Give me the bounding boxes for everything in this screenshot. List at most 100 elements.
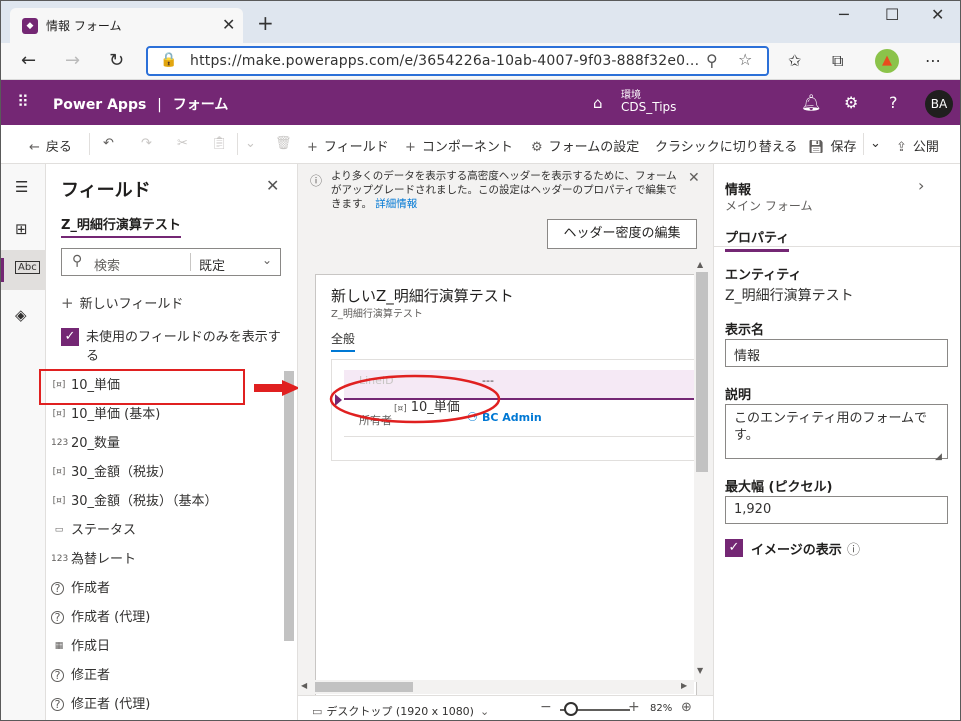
save-dropdown-chevron-icon[interactable]: ⌄ — [870, 136, 881, 151]
url-input[interactable]: 🔒 https://make.powerapps.com/e/3654226a-… — [146, 46, 769, 76]
lookup-icon: ? — [51, 698, 64, 711]
form-settings-button[interactable]: ⚙ フォームの設定 — [531, 136, 639, 155]
scroll-left-icon[interactable]: ◀ — [301, 681, 307, 690]
entity-tab[interactable]: Z_明細行演算テスト — [61, 214, 181, 238]
field-list-item[interactable]: ? 修正者 — [46, 661, 281, 690]
scroll-thumb[interactable] — [315, 682, 413, 692]
chevron-down-icon[interactable]: ⌄ — [262, 253, 272, 267]
field-list-item-label: 30_金額（税抜）（基本） — [71, 494, 218, 509]
paste-dropdown-chevron-icon[interactable]: ⌄ — [245, 136, 256, 151]
help-icon[interactable]: ? — [889, 93, 898, 112]
add-component-label: コンポーネント — [421, 140, 513, 155]
field-list-item[interactable]: ▦ 作成日 — [46, 632, 281, 661]
tab-general[interactable]: 全般 — [331, 330, 356, 352]
field-list-item[interactable]: ? 作成者 (代理) — [46, 603, 281, 632]
description-textarea[interactable]: このエンティティ用のフォームです。 — [725, 404, 948, 459]
notification-bell-icon[interactable]: 🔔︎ — [801, 93, 821, 112]
window-close-icon[interactable]: ✕ — [931, 5, 944, 24]
favorite-star-icon[interactable]: ☆ — [738, 50, 752, 69]
scroll-right-icon[interactable]: ▶ — [681, 681, 687, 690]
maximize-icon[interactable]: ☐ — [885, 5, 899, 24]
extension-icon[interactable]: ▲ — [875, 49, 899, 73]
field-list: [¤] 10_単価 [¤] 10_単価 (基本) 123 20_数量 [¤] 30_金額（税抜… — [46, 371, 281, 719]
zoom-in-icon[interactable]: + — [628, 699, 640, 715]
zoom-icon[interactable]: ⚲ — [706, 51, 718, 70]
add-component-button[interactable]: + コンポーネント — [405, 136, 513, 155]
close-panel-icon[interactable]: ✕ — [266, 176, 279, 195]
delete-button[interactable]: 🗑︎ — [275, 136, 292, 151]
scroll-thumb[interactable] — [696, 272, 708, 472]
close-banner-icon[interactable]: ✕ — [688, 170, 700, 186]
field-list-item[interactable]: [¤] 30_金額（税抜） — [46, 458, 281, 487]
info-icon[interactable]: ⓘ — [847, 539, 860, 558]
field-list-item[interactable]: ▭ ステータス — [46, 516, 281, 545]
save-button[interactable]: 💾︎ 保存 — [808, 136, 857, 155]
paste-button[interactable]: 📋︎ — [211, 136, 228, 151]
user-avatar[interactable]: BA — [925, 90, 953, 118]
url-text: https://make.powerapps.com/e/3654226a-10… — [190, 53, 700, 69]
new-tab-icon[interactable]: + — [257, 11, 274, 35]
redo-button[interactable]: ↷ — [141, 136, 152, 151]
cut-button[interactable]: ✂ — [177, 136, 188, 151]
zoom-out-icon[interactable]: − — [540, 699, 552, 715]
device-selector[interactable]: ▭ デスクトップ (1920 x 1080) ⌄ — [312, 703, 489, 719]
favorites-list-icon[interactable]: ✩ — [788, 51, 801, 70]
field-list-item[interactable]: 123 20_数量 — [46, 429, 281, 458]
environment-value[interactable]: CDS_Tips — [621, 100, 676, 114]
show-image-checkbox[interactable]: ✓ — [725, 539, 743, 557]
tab-properties[interactable]: プロパティ — [725, 227, 790, 252]
edit-header-density-button[interactable]: ヘッダー密度の編集 — [547, 219, 697, 249]
scroll-down-icon[interactable]: ▼ — [697, 666, 703, 675]
show-image-label: イメージの表示 — [751, 543, 842, 558]
back-button[interactable]: ← 戻る — [29, 136, 72, 155]
settings-gear-icon[interactable]: ⚙ — [844, 93, 858, 112]
field-list-item[interactable]: ? 作成者 — [46, 574, 281, 603]
new-field-button[interactable]: + 新しいフィールド — [61, 293, 183, 312]
tab-close-icon[interactable]: ✕ — [222, 15, 235, 34]
rail-fields-selected[interactable]: Abc — [1, 250, 46, 290]
back-icon: ← — [29, 140, 40, 155]
canvas-horizontal-scrollbar[interactable]: ◀ ▶ — [298, 680, 694, 694]
display-name-input[interactable]: 情報 — [725, 339, 948, 367]
unused-only-checkbox[interactable]: ✓ — [61, 328, 79, 346]
canvas-vertical-scrollbar[interactable]: ▲ ▼ — [694, 260, 711, 682]
textarea-resize-handle-icon[interactable]: ◢ — [935, 452, 942, 462]
collections-icon[interactable]: ⧉ — [832, 51, 843, 71]
info-icon: ⓘ — [310, 174, 323, 188]
field-list-item[interactable]: 123 為替レート — [46, 545, 281, 574]
browser-tab[interactable]: ◆ 情報 フォーム ✕ — [10, 8, 243, 43]
field-list-item-label: ステータス — [71, 523, 137, 538]
tree-view-layers-icon[interactable]: ◈ — [15, 306, 27, 324]
scroll-up-icon[interactable]: ▲ — [697, 260, 703, 269]
currency-icon: [¤] — [52, 467, 66, 477]
add-field-button[interactable]: + フィールド — [307, 136, 389, 155]
back-arrow-icon[interactable]: ← — [21, 50, 36, 71]
environment-icon: ⌂ — [593, 94, 603, 112]
brand-name: Power Apps — [53, 97, 147, 113]
chevron-right-icon[interactable]: › — [918, 176, 924, 195]
field-list-item[interactable]: [¤] 30_金額（税抜）（基本） — [46, 487, 281, 516]
lock-icon: 🔒 — [160, 52, 178, 68]
hamburger-menu-icon[interactable]: ☰ — [15, 178, 28, 196]
waffle-icon[interactable]: ⠿ — [17, 92, 29, 111]
switch-classic-button[interactable]: クラシックに切り替える — [655, 136, 797, 155]
max-width-input[interactable]: 1,920 — [725, 496, 948, 524]
zoom-slider-handle[interactable] — [564, 702, 578, 716]
fields-panel-title: フィールド — [61, 180, 151, 201]
publish-button[interactable]: ⇪ 公開 — [896, 136, 939, 155]
field-list-item[interactable]: ? 修正者 (代理) — [46, 690, 281, 719]
components-icon[interactable]: ⊞ — [15, 220, 28, 238]
more-menu-icon[interactable]: ⋯ — [925, 51, 941, 70]
filter-dropdown-value[interactable]: 既定 — [199, 255, 225, 274]
minimize-icon[interactable]: ─ — [839, 5, 849, 24]
field-list-scrollbar[interactable] — [284, 371, 294, 641]
undo-button[interactable]: ↶ — [103, 136, 120, 151]
field-search-box[interactable]: ⚲ 検索 既定 ⌄ — [61, 248, 281, 276]
refresh-icon[interactable]: ↻ — [109, 50, 124, 71]
info-learn-more-link[interactable]: 詳細情報 — [375, 198, 417, 210]
annotation-ellipse — [329, 374, 501, 424]
forward-arrow-icon[interactable]: → — [65, 50, 80, 71]
cut-icon: ✂ — [177, 136, 188, 151]
fit-to-screen-icon[interactable]: ⊕ — [681, 700, 692, 715]
selection-bar — [1, 258, 4, 282]
